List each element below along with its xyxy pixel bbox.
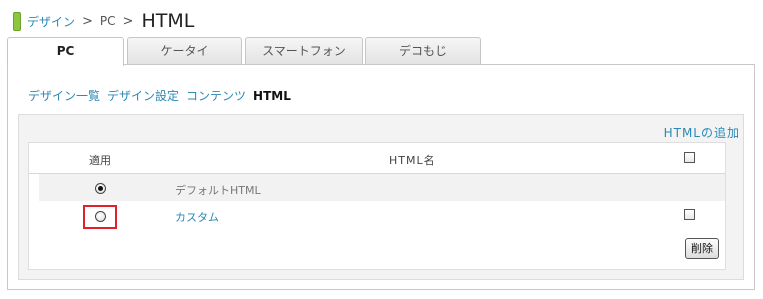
breadcrumb-marker-icon	[13, 11, 21, 31]
breadcrumb-separator: >	[82, 13, 93, 29]
subnav-contents[interactable]: コンテンツ	[186, 89, 246, 103]
subnav-design-list[interactable]: デザイン一覧	[28, 89, 100, 103]
add-html-link[interactable]: HTMLの追加	[664, 124, 740, 141]
subnav-design-settings[interactable]: デザイン設定	[107, 89, 179, 103]
tab-decomoji[interactable]: デコもじ	[365, 37, 481, 64]
content-panel: デザイン一覧 デザイン設定 コンテンツ HTML HTMLの追加 適用 HTML名 デ…	[7, 64, 755, 290]
html-list-box: HTMLの追加 適用 HTML名 デフォルトHTML カスタム 削除	[18, 114, 744, 280]
table-header: 適用 HTML名	[29, 143, 725, 174]
delete-button[interactable]: 削除	[685, 238, 719, 259]
breadcrumb-separator: >	[122, 13, 134, 29]
column-header-apply: 適用	[89, 154, 111, 167]
sub-navigation: デザイン一覧 デザイン設定 コンテンツ HTML	[28, 87, 291, 104]
radio-selected-dot-icon	[98, 186, 103, 191]
table-row: カスタム	[39, 201, 725, 231]
column-header-html-name: HTML名	[389, 154, 436, 167]
breadcrumb: デザイン > PC > HTML	[13, 9, 194, 33]
html-table: 適用 HTML名 デフォルトHTML カスタム 削除	[28, 142, 726, 270]
page-title: HTML	[141, 10, 195, 32]
apply-radio-default[interactable]	[95, 183, 106, 194]
delete-checkbox-custom[interactable]	[684, 209, 695, 220]
html-name-custom-link[interactable]: カスタム	[175, 209, 219, 225]
tab-smartphone[interactable]: スマートフォン	[245, 37, 363, 64]
select-all-checkbox[interactable]	[684, 152, 695, 163]
breadcrumb-pc: PC	[99, 14, 116, 28]
tab-keitai[interactable]: ケータイ	[127, 37, 242, 64]
apply-radio-custom[interactable]	[95, 211, 106, 222]
table-row: デフォルトHTML	[39, 174, 725, 201]
html-name-default: デフォルトHTML	[175, 184, 261, 197]
subnav-current-html: HTML	[253, 89, 291, 103]
breadcrumb-design-link[interactable]: デザイン	[27, 13, 75, 30]
tab-pc[interactable]: PC	[7, 37, 124, 66]
